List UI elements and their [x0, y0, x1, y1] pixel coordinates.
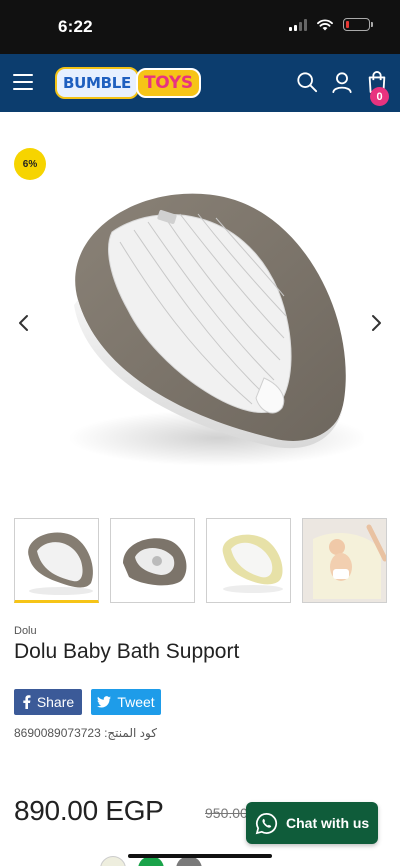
thumbnail-strip: [14, 518, 388, 604]
share-label: Share: [36, 694, 75, 710]
battery-level: [346, 21, 350, 28]
user-icon[interactable]: [331, 71, 353, 93]
thumbnail-baby-in-bath-support[interactable]: [302, 518, 387, 603]
search-icon[interactable]: [296, 71, 318, 93]
twitter-tweet-button[interactable]: Tweet: [91, 689, 161, 715]
product-price: 890.00 EGP: [14, 795, 164, 826]
product-old-price: 950.00: [205, 805, 248, 821]
site-header: BUMBLE TOYS: [0, 54, 400, 112]
tweet-label: Tweet: [117, 694, 155, 710]
thumbnail-grey-bath-support-angled[interactable]: [110, 518, 195, 603]
status-bar: 6:22: [0, 0, 400, 54]
status-icons: [289, 18, 373, 31]
product-sku: كود المنتج: 8690089073723: [14, 726, 157, 740]
wifi-icon: [317, 18, 333, 30]
home-indicator: [128, 854, 272, 858]
status-time: 6:22: [58, 17, 93, 36]
bumble-toys-logo[interactable]: BUMBLE TOYS: [55, 67, 201, 99]
swatch-cream[interactable]: [100, 856, 126, 866]
hamburger-menu-icon[interactable]: [13, 74, 33, 90]
battery-icon: [343, 18, 373, 31]
thumbnail-grey-bath-support[interactable]: [14, 518, 99, 603]
cellular-signal-icon: [289, 18, 307, 31]
whatsapp-chat-button[interactable]: Chat with us: [246, 802, 378, 844]
facebook-icon: [23, 695, 31, 709]
product-title: Dolu Baby Bath Support: [14, 640, 240, 663]
facebook-share-button[interactable]: Share: [14, 689, 82, 715]
next-image-arrow-icon[interactable]: [366, 312, 386, 334]
whatsapp-icon: [255, 812, 278, 834]
twitter-bird-icon: [97, 696, 112, 708]
thumbnail-yellow-bath-support[interactable]: [206, 518, 291, 603]
previous-image-arrow-icon[interactable]: [14, 312, 34, 334]
chat-label: Chat with us: [286, 815, 370, 831]
logo-toys-text: TOYS: [135, 68, 201, 98]
cart-count-badge: 0: [370, 87, 389, 106]
logo-bumble-text: BUMBLE: [55, 67, 139, 99]
product-brand[interactable]: Dolu: [14, 625, 37, 637]
product-main-image[interactable]: [38, 170, 364, 490]
